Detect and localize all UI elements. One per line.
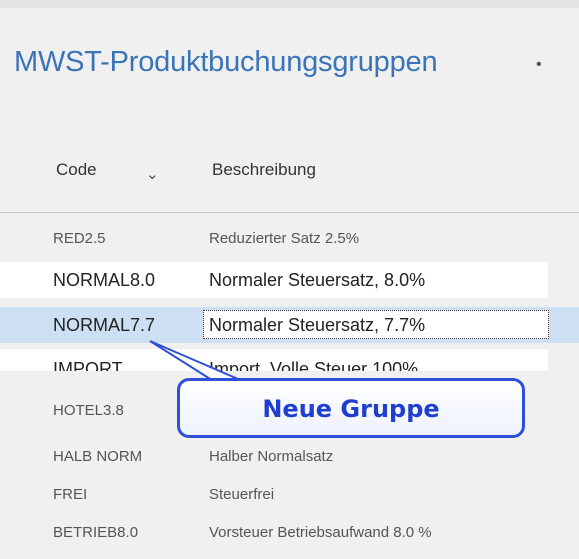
row-code: IMPORT — [53, 359, 123, 371]
row-code: HOTEL3.8 — [53, 402, 124, 419]
table-row[interactable]: NORMAL8.0 Normaler Steuersatz, 8.0% — [0, 262, 548, 298]
row-description: Normaler Steuersatz, 8.0% — [209, 270, 426, 290]
column-header-description[interactable]: Beschreibung — [212, 160, 316, 180]
row-code: NORMAL8.0 — [53, 270, 156, 290]
table-row[interactable]: BETRIEB8.0 Vorsteuer Betriebsaufwand 8.0… — [0, 514, 579, 550]
table-row[interactable]: IMPORT Import, Volle Steuer 100% — [0, 349, 548, 371]
row-description: Reduzierter Satz 2.5% — [209, 230, 360, 247]
row-code: FREI — [53, 486, 88, 503]
table-row-selected[interactable]: NORMAL7.7 Normaler Steuersatz, 7.7% — [0, 307, 579, 343]
row-description: Import, Volle Steuer 100% — [209, 359, 419, 371]
row-code: NORMAL7.7 — [53, 315, 156, 335]
table-row[interactable]: FREI Steuerfrei — [0, 476, 579, 512]
title-menu-caret-icon[interactable]: • — [536, 56, 542, 74]
row-code: BETRIEB8.0 — [53, 524, 139, 541]
row-code: RED2.5 — [53, 230, 106, 247]
callout-bubble: Neue Gruppe — [177, 378, 525, 438]
row-description: Halber Normalsatz — [209, 448, 334, 465]
row-description: Steuerfrei — [209, 486, 275, 503]
page-title: MWST-Produktbuchungsgruppen — [14, 46, 438, 78]
header-divider — [0, 212, 579, 213]
column-header-code[interactable]: Code — [56, 160, 97, 180]
callout-text: Neue Gruppe — [262, 395, 440, 423]
row-description: Normaler Steuersatz, 7.7% — [209, 315, 426, 335]
table-row[interactable]: RED2.5 Reduzierter Satz 2.5% — [0, 220, 579, 256]
sort-down-icon[interactable]: ⌄ — [146, 165, 159, 183]
window-top-strip — [0, 0, 579, 8]
table-row[interactable]: HALB NORM Halber Normalsatz — [0, 438, 579, 474]
row-code: HALB NORM — [53, 448, 143, 465]
row-description: Vorsteuer Betriebsaufwand 8.0 % — [209, 524, 432, 541]
